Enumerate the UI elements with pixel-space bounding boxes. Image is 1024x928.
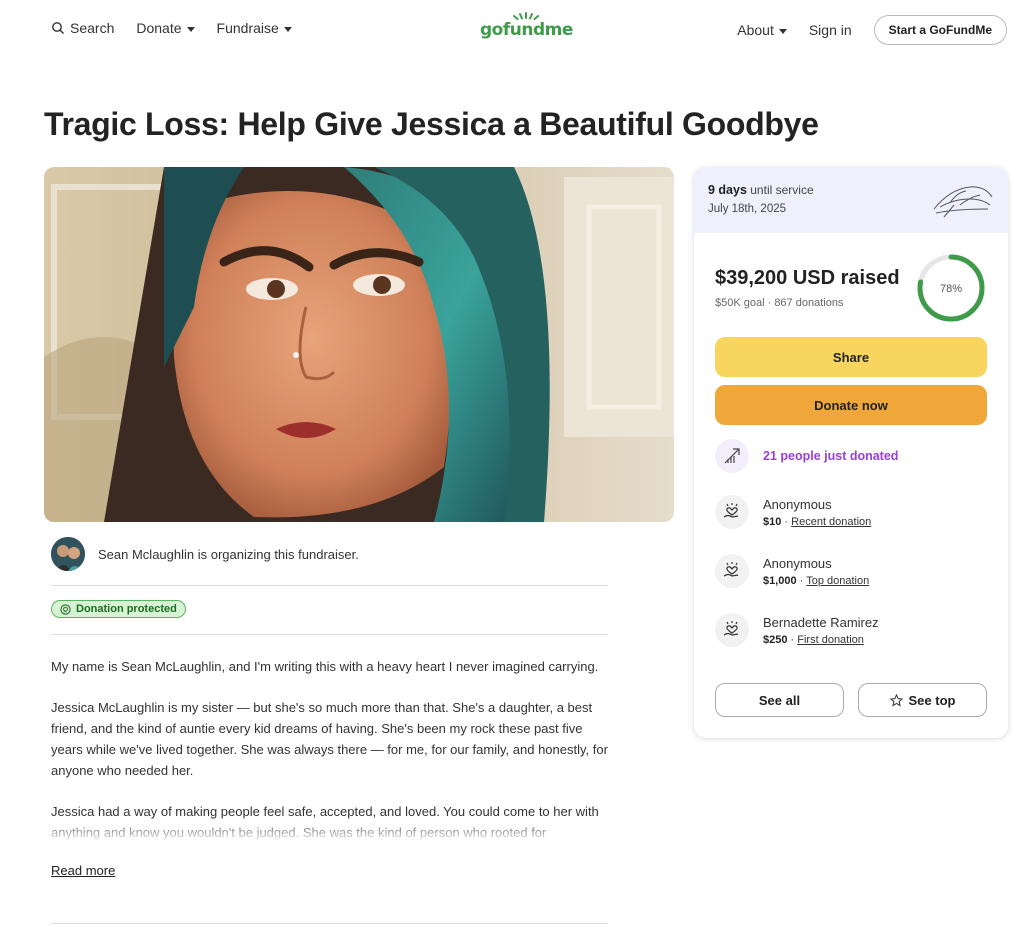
donor-name: Anonymous [763,496,832,512]
about-menu[interactable]: About [737,22,787,38]
donor-detail: $10 · Recent donation [763,515,872,528]
progress-ring: 78% [917,254,985,322]
fade-overlay [51,823,608,843]
service-banner: 9 days until service July 18th, 2025 [694,167,1008,233]
hand-heart-icon [715,495,749,529]
divider [51,923,608,924]
donor-name: Bernadette Ramirez [763,614,879,630]
donor-label[interactable]: Recent donation [791,516,871,528]
days-suffix: until service [746,183,814,197]
fundraise-menu[interactable]: Fundraise [217,20,292,36]
trending-icon [715,439,749,473]
nav-right: About Sign in Start a GoFundMe [737,15,1007,45]
story: My name is Sean McLaughlin, and I'm writ… [51,656,608,843]
organizer-row: Sean Mclaughlin is organizing this fundr… [51,537,359,571]
search-label: Search [70,20,115,36]
memorial-leaf-icon [933,186,993,218]
logo-text: gofundme [480,20,573,40]
badge-label: Donation protected [76,603,177,615]
hand-heart-icon [715,554,749,588]
avatar[interactable] [51,537,85,571]
nav-left: Search Donate Fundraise [51,20,292,36]
fundraise-menu-label: Fundraise [216,20,279,36]
donor-name: Anonymous [763,555,832,571]
gofundme-logo[interactable]: gofundme [480,12,573,40]
about-menu-label: About [737,22,774,38]
donor-amount: $10 [763,515,782,528]
top-nav: Search Donate Fundraise gofundme About S… [0,0,1024,58]
recent-donations-text: 21 people just donated [763,449,899,463]
share-button[interactable]: Share [715,337,987,377]
donor-detail: $1,000 · Top donation [763,574,870,587]
donor-amount: $250 [763,633,788,646]
donor-item: Anonymous $10 · Recent donation [715,495,871,529]
days-count: 9 days [708,183,747,197]
donor-item: Bernadette Ramirez $250 · First donation [715,613,879,647]
progress-percent: 78% [940,283,962,295]
service-date: July 18th, 2025 [708,203,787,215]
chevron-down-icon [778,28,787,34]
chevron-down-icon [186,26,195,32]
amount-raised: $39,200 USD raised [715,267,900,289]
divider [51,585,608,586]
chevron-down-icon [283,26,292,32]
hero-photo[interactable] [44,167,674,522]
see-all-label: See all [758,692,801,708]
donate-menu-label: Donate [136,20,182,36]
donor-item: Anonymous $1,000 · Top donation [715,554,869,588]
search-icon [52,22,64,34]
donor-amount: $1,000 [763,574,797,587]
donor-detail: $250 · First donation [763,633,864,646]
sun-rays-icon [513,12,540,20]
donation-protected-badge[interactable]: Donation protected [51,600,186,618]
donation-card: 9 days until service July 18th, 2025 $39… [694,167,1008,738]
shield-icon [60,603,71,615]
start-gofundme-button[interactable]: Start a GoFundMe [873,15,1007,45]
search-link[interactable]: Search [51,20,114,36]
star-icon [889,693,903,707]
donate-now-button[interactable]: Donate now [715,385,987,425]
see-top-label: See top [908,692,956,708]
story-paragraph-truncated: Jessica had a way of making people feel … [51,801,608,843]
hand-heart-icon [715,613,749,647]
story-paragraph: My name is Sean McLaughlin, and I'm writ… [51,659,599,674]
recent-donations-row: 21 people just donated [715,439,898,473]
days-until-service: 9 days until service [708,183,814,197]
see-top-button[interactable]: See top [858,683,987,717]
donate-menu[interactable]: Donate [136,20,195,36]
donor-label[interactable]: First donation [797,634,864,646]
donor-label[interactable]: Top donation [806,575,869,587]
goal-and-donations: $50K goal · 867 donations [715,297,844,309]
see-all-button[interactable]: See all [715,683,844,717]
page-title: Tragic Loss: Help Give Jessica a Beautif… [44,106,819,142]
divider [51,634,608,635]
organizer-text: Sean Mclaughlin is organizing this fundr… [98,546,359,562]
sign-in-link[interactable]: Sign in [809,22,852,38]
read-more-link[interactable]: Read more [51,863,115,878]
story-paragraph: Jessica McLaughlin is my sister — but sh… [51,700,608,778]
